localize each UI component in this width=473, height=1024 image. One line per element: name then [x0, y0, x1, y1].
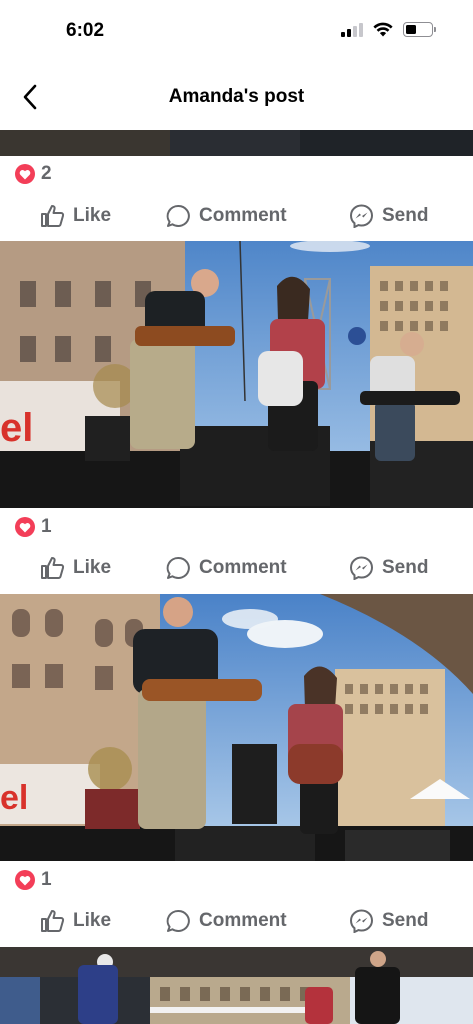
thumbs-up-icon [41, 910, 65, 932]
comment-label: Comment [199, 205, 287, 226]
comment-icon [166, 204, 190, 227]
send-button[interactable]: Send [349, 196, 428, 236]
messenger-icon [349, 556, 374, 580]
reaction-count: 2 [41, 163, 52, 184]
comment-button[interactable]: Comment [166, 196, 287, 236]
wifi-icon [373, 22, 393, 37]
comment-icon [166, 909, 190, 932]
comment-icon [166, 556, 190, 579]
post-header: Amanda's post [0, 66, 473, 128]
like-label: Like [73, 205, 112, 226]
battery-icon [403, 22, 436, 37]
reaction-summary[interactable]: 2 [15, 163, 52, 185]
like-button[interactable]: Like [40, 196, 111, 236]
reaction-summary[interactable]: 1 [15, 869, 52, 891]
page-title: Amanda's post [168, 86, 305, 107]
comment-label: Comment [199, 910, 287, 931]
thumbs-up-icon [41, 557, 65, 579]
post-actions: Like Comment Send [0, 901, 473, 941]
status-time: 6:02 [66, 20, 105, 41]
heart-icon [15, 870, 35, 890]
reaction-count: 1 [41, 869, 52, 890]
svg-text:el: el [0, 406, 33, 450]
like-label: Like [73, 557, 112, 578]
post-photo[interactable] [0, 947, 473, 1024]
battery-level [406, 25, 416, 34]
svg-text:el: el [0, 779, 28, 817]
comment-label: Comment [199, 557, 287, 578]
like-button[interactable]: Like [40, 548, 111, 588]
post-actions: Like Comment Send [0, 196, 473, 236]
heart-icon [15, 164, 35, 184]
post-photo[interactable] [0, 130, 473, 156]
comment-button[interactable]: Comment [166, 901, 287, 941]
status-bar: 6:02 [0, 0, 473, 62]
status-icons [341, 22, 436, 37]
reaction-summary[interactable]: 1 [15, 516, 52, 538]
comment-button[interactable]: Comment [166, 548, 287, 588]
messenger-icon [349, 204, 374, 228]
send-label: Send [382, 557, 429, 578]
send-label: Send [382, 205, 429, 226]
heart-icon [15, 517, 35, 537]
post-actions: Like Comment Send [0, 548, 473, 588]
like-button[interactable]: Like [40, 901, 111, 941]
post-photo[interactable]: el [0, 241, 473, 508]
reaction-count: 1 [41, 516, 52, 537]
send-button[interactable]: Send [349, 548, 428, 588]
post-photo[interactable]: el [0, 594, 473, 861]
cellular-signal-icon [341, 22, 363, 37]
like-label: Like [73, 910, 112, 931]
thumbs-up-icon [41, 205, 65, 227]
send-button[interactable]: Send [349, 901, 428, 941]
send-label: Send [382, 910, 429, 931]
messenger-icon [349, 909, 374, 933]
